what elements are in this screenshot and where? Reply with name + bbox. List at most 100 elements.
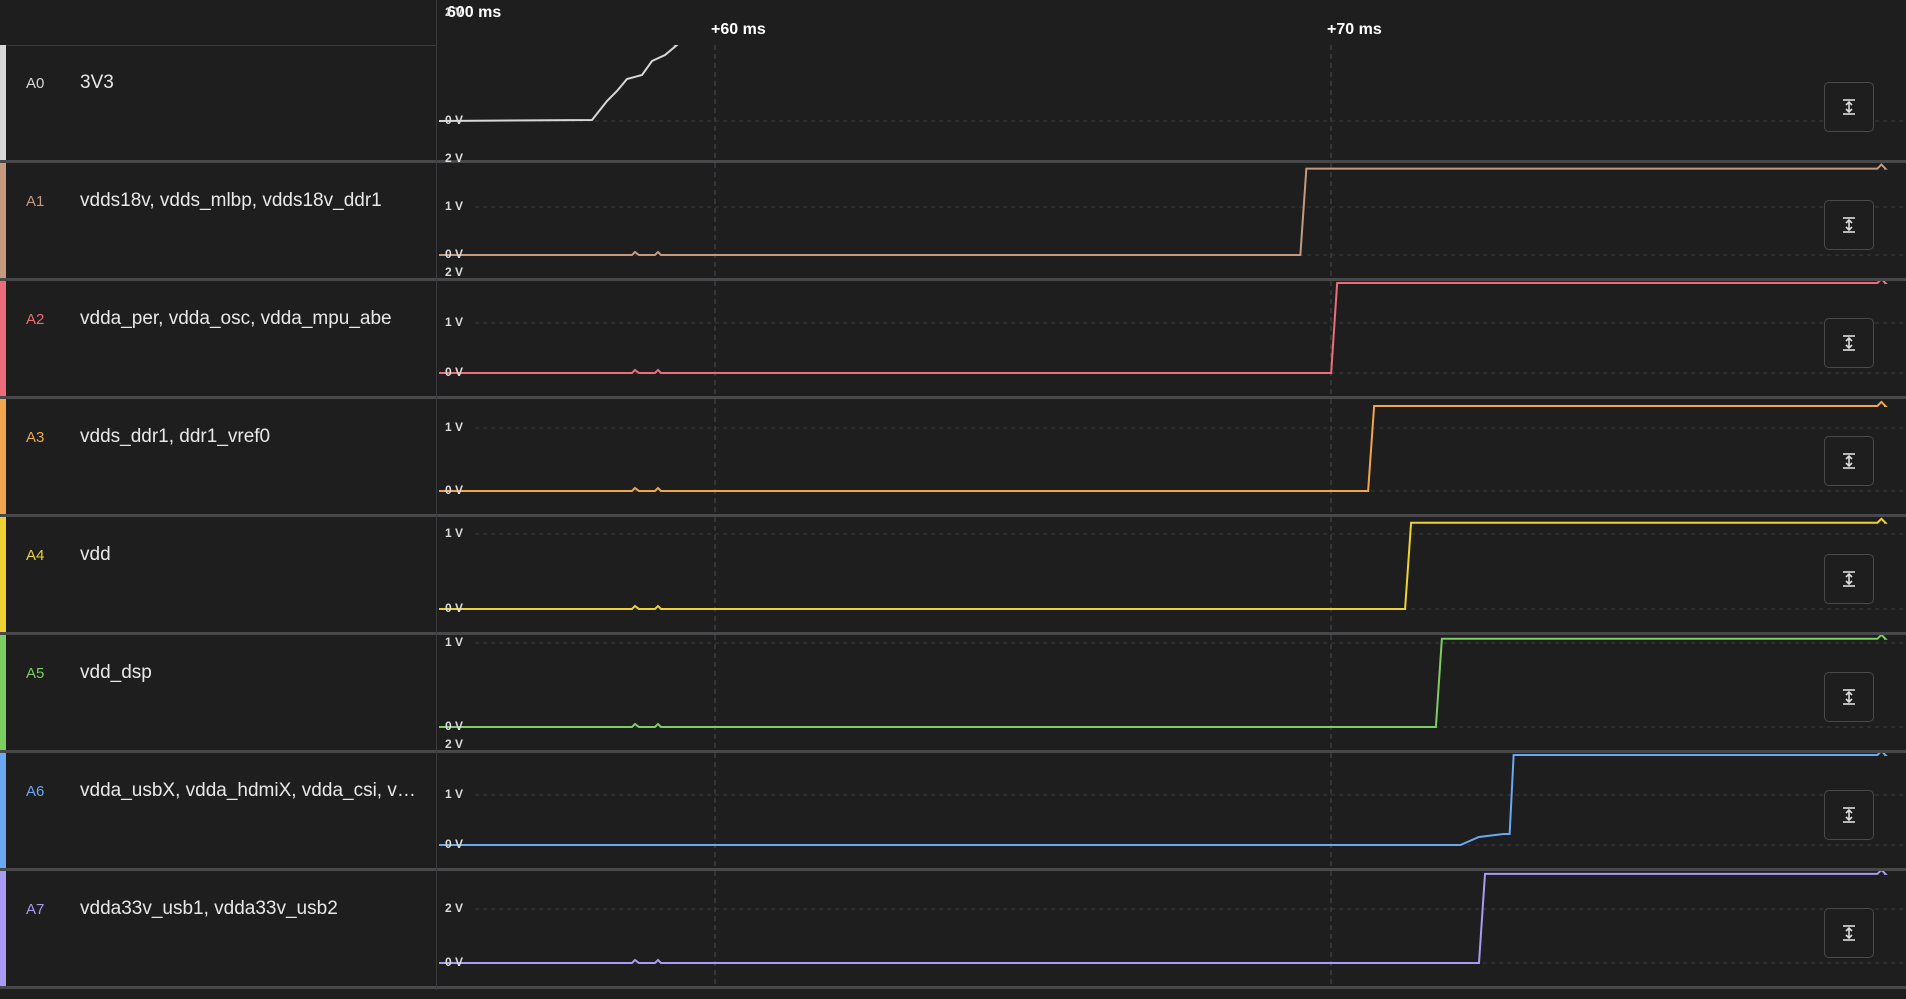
channel-color-strip bbox=[0, 281, 6, 396]
y-axis-label: 0 V bbox=[445, 247, 464, 261]
fit-vertical-button[interactable] bbox=[1824, 790, 1874, 840]
y-axis-label: 2 V bbox=[445, 5, 464, 19]
timeline-marker-label: +60 ms bbox=[711, 21, 766, 38]
channel-name[interactable]: vdds18v, vdds_mlbp, vdds18v_ddr1 bbox=[80, 190, 382, 212]
timeline-header[interactable]: 600 ms +60 ms +70 ms bbox=[0, 0, 1906, 46]
column-splitter[interactable] bbox=[436, 0, 437, 999]
channel-id: A0 bbox=[26, 75, 45, 92]
waveform-trace bbox=[439, 871, 1888, 964]
channel-name[interactable]: vdds_ddr1, ddr1_vref0 bbox=[80, 426, 270, 448]
channel-row[interactable]: A2 vdda_per, vdda_osc, vdda_mpu_abe 2 V 1 V… bbox=[0, 265, 1906, 399]
channel-name[interactable]: vdda33v_usb1, vdda33v_usb2 bbox=[80, 898, 338, 920]
fit-vertical-icon bbox=[1843, 453, 1855, 469]
channel-color-strip bbox=[0, 753, 6, 868]
channel-id: A5 bbox=[26, 665, 45, 682]
y-axis-label: 2 V bbox=[445, 737, 464, 751]
y-axis-label: 1 V bbox=[445, 526, 464, 540]
y-axis-label: 0 V bbox=[445, 955, 464, 969]
fit-vertical-icon bbox=[1843, 99, 1855, 115]
waveform-svg bbox=[439, 399, 1906, 514]
y-axis-label: 0 V bbox=[445, 601, 464, 615]
channel-id: A7 bbox=[26, 901, 45, 918]
y-axis-label: 2 V bbox=[445, 151, 464, 165]
y-axis-label: 0 V bbox=[445, 483, 464, 497]
fit-vertical-button[interactable] bbox=[1824, 82, 1874, 132]
waveform-trace bbox=[439, 400, 1888, 492]
fit-vertical-button[interactable] bbox=[1824, 554, 1874, 604]
channel-name[interactable]: vdd_dsp bbox=[80, 662, 152, 684]
y-axis-label: 0 V bbox=[445, 719, 464, 733]
channel-waveform-plot[interactable]: 2 V 1 V 0 V bbox=[437, 151, 1906, 278]
y-axis-label: 1 V bbox=[445, 199, 464, 213]
fit-vertical-button[interactable] bbox=[1824, 672, 1874, 722]
waveform-trace bbox=[439, 517, 1888, 610]
channel-id: A1 bbox=[26, 193, 45, 210]
waveform-svg bbox=[439, 635, 1906, 750]
channel-id: A2 bbox=[26, 311, 45, 328]
channel-row[interactable]: A1 vdds18v, vdds_mlbp, vdds18v_ddr1 2 V 1 V… bbox=[0, 151, 1906, 281]
channel-name[interactable]: 3V3 bbox=[80, 72, 114, 94]
fit-vertical-icon bbox=[1843, 335, 1855, 351]
channel-row[interactable]: A0 3V3 2 V 0 V bbox=[0, 5, 1906, 163]
waveform-svg bbox=[439, 753, 1906, 868]
y-axis-label: 1 V bbox=[445, 315, 464, 329]
channel-color-strip bbox=[0, 399, 6, 514]
y-axis-label: 1 V bbox=[445, 787, 464, 801]
channel-color-strip bbox=[0, 517, 6, 632]
waveform-svg bbox=[439, 517, 1906, 632]
logic-analyzer-view: 600 ms +60 ms +70 ms A0 3V3 2 V 0 V A1 vdds18… bbox=[0, 0, 1906, 999]
y-axis-label: 0 V bbox=[445, 365, 464, 379]
waveform-svg bbox=[438, 45, 1906, 160]
channel-row[interactable]: A6 vdda_usbX, vdda_hdmiX, vdda_csi, vd… 2 … bbox=[0, 737, 1906, 871]
y-axis-label: 1 V bbox=[445, 420, 464, 434]
fit-vertical-button[interactable] bbox=[1824, 318, 1874, 368]
waveform-trace bbox=[439, 163, 1888, 256]
channel-color-strip bbox=[0, 45, 6, 160]
fit-vertical-icon bbox=[1843, 925, 1855, 941]
channel-name[interactable]: vdda_usbX, vdda_hdmiX, vdda_csi, vd… bbox=[80, 780, 420, 802]
channel-waveform-plot[interactable]: 1 V 0 V bbox=[437, 635, 1906, 750]
header-channel-column bbox=[0, 0, 436, 46]
fit-vertical-button[interactable] bbox=[1824, 200, 1874, 250]
row-separator[interactable] bbox=[0, 986, 1906, 989]
fit-vertical-icon bbox=[1843, 571, 1855, 587]
bottom-edge bbox=[0, 990, 1906, 999]
channel-waveform-plot[interactable]: 1 V 0 V bbox=[437, 517, 1906, 632]
waveform-trace bbox=[439, 281, 1888, 374]
y-axis-label: 1 V bbox=[445, 635, 464, 649]
fit-vertical-button[interactable] bbox=[1824, 436, 1874, 486]
waveform-trace bbox=[439, 753, 1888, 846]
channel-color-strip bbox=[0, 163, 6, 278]
channel-color-strip bbox=[0, 871, 6, 986]
channel-waveform-plot[interactable]: 2 V 1 V 0 V bbox=[437, 737, 1906, 868]
channel-waveform-plot[interactable]: 2 V 0 V bbox=[437, 5, 1906, 160]
y-axis-label: 0 V bbox=[445, 837, 464, 851]
y-axis-label: 2 V bbox=[445, 265, 464, 279]
channel-row[interactable]: A5 vdd_dsp 1 V 0 V bbox=[0, 635, 1906, 753]
channel-name[interactable]: vdda_per, vdda_osc, vdda_mpu_abe bbox=[80, 308, 392, 330]
waveform-svg bbox=[439, 163, 1906, 278]
channel-row[interactable]: A4 vdd 1 V 0 V bbox=[0, 517, 1906, 635]
channel-id: A4 bbox=[26, 547, 45, 564]
channel-id: A6 bbox=[26, 783, 45, 800]
fit-vertical-icon bbox=[1843, 689, 1855, 705]
channel-id: A3 bbox=[26, 429, 45, 446]
timeline-ruler[interactable] bbox=[437, 0, 1906, 45]
fit-vertical-icon bbox=[1843, 217, 1855, 233]
channel-waveform-plot[interactable]: 2 V 0 V bbox=[437, 871, 1906, 986]
fit-vertical-button[interactable] bbox=[1824, 908, 1874, 958]
y-axis-label: 0 V bbox=[445, 113, 464, 127]
waveform-trace bbox=[439, 635, 1888, 728]
fit-vertical-icon bbox=[1843, 807, 1855, 823]
channel-row[interactable]: A3 vdds_ddr1, ddr1_vref0 1 V 0 V bbox=[0, 399, 1906, 517]
channel-color-strip bbox=[0, 635, 6, 750]
waveform-trace bbox=[438, 45, 679, 122]
channel-name[interactable]: vdd bbox=[80, 544, 111, 566]
timeline-marker-label: +70 ms bbox=[1327, 21, 1382, 38]
waveform-svg bbox=[439, 871, 1906, 986]
waveform-svg bbox=[439, 281, 1906, 396]
channel-waveform-plot[interactable]: 1 V 0 V bbox=[437, 399, 1906, 514]
channel-row[interactable]: A7 vdda33v_usb1, vdda33v_usb2 2 V 0 V bbox=[0, 871, 1906, 989]
y-axis-label: 2 V bbox=[445, 901, 464, 915]
channel-waveform-plot[interactable]: 2 V 1 V 0 V bbox=[437, 265, 1906, 396]
